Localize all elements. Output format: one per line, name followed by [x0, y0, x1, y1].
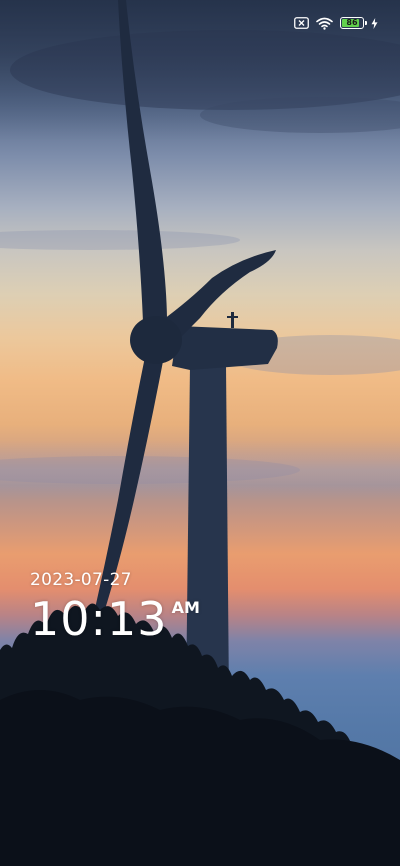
status-bar: 86: [294, 14, 378, 32]
time-row: 10:13 AM: [30, 594, 200, 644]
wifi-icon: [316, 17, 333, 30]
no-sim-icon: [294, 17, 309, 29]
charging-bolt-icon: [371, 17, 378, 29]
lock-screen: 86 2023-07-27 10:13 AM: [0, 0, 400, 866]
ampm-label: AM: [171, 598, 200, 617]
battery-level: 86: [346, 18, 358, 27]
battery-cap: [365, 21, 367, 25]
time-label: 10:13: [30, 592, 168, 646]
battery-indicator: 86: [340, 17, 367, 29]
lock-screen-clock[interactable]: 2023-07-27 10:13 AM: [30, 568, 200, 644]
date-label: 2023-07-27: [30, 570, 132, 590]
wallpaper-image: [0, 0, 400, 866]
